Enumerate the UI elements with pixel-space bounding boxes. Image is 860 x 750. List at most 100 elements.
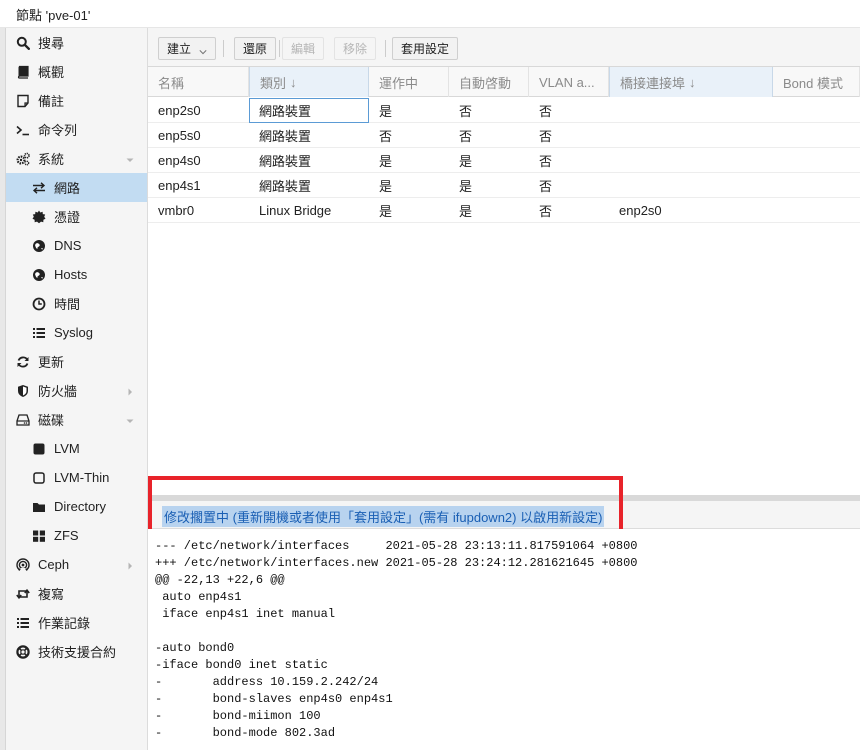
sidebar-item-directory[interactable]: Directory: [6, 492, 147, 521]
sort-descending-icon: ↓: [290, 74, 297, 90]
column-header-active[interactable]: 運作中: [369, 67, 449, 97]
remove-button[interactable]: 移除: [334, 37, 377, 60]
sidebar-item-updates[interactable]: 更新: [6, 347, 147, 376]
collapsed-arrow-icon[interactable]: [125, 385, 135, 396]
sidebar-item-label: Directory: [54, 499, 107, 514]
column-header-label: Bond 模式: [783, 75, 843, 91]
cell-bond-mode: [773, 148, 860, 173]
table-row[interactable]: enp4s1 網路裝置 是 是 否: [148, 173, 860, 198]
cell-active: 是: [379, 154, 393, 169]
config-diff-view: --- /etc/network/interfaces 2021-05-28 2…: [148, 529, 860, 750]
diff-line: --- /etc/network/interfaces 2021-05-28 2…: [155, 539, 638, 553]
network-panel: 建立 還原 編輯 移除 套用設定 名稱 類別 ↓ 運作中 自動啓動 VLAN a... 橋接…: [148, 28, 860, 750]
column-header-type[interactable]: 類別 ↓: [249, 67, 369, 97]
sidebar-item-summary[interactable]: 概觀: [6, 57, 147, 86]
sidebar-item-lvm[interactable]: LVM: [6, 434, 147, 463]
cell-bridge-ports: [609, 173, 773, 198]
sidebar-item-lvm-thin[interactable]: LVM-Thin: [6, 463, 147, 492]
cell-vlan-aware: 否: [539, 204, 553, 219]
diff-line: - bond-miimon 100: [155, 709, 321, 723]
diff-line: -iface bond0 inet static: [155, 658, 328, 672]
sidebar-item-label: 磁碟: [38, 413, 65, 428]
sidebar-item-notes[interactable]: 備註: [6, 86, 147, 115]
retweet-icon: [16, 587, 30, 601]
cell-bond-mode: [773, 98, 860, 123]
column-header-name[interactable]: 名稱: [148, 67, 249, 97]
apply-configuration-button[interactable]: 套用設定: [392, 37, 459, 60]
edit-button[interactable]: 編輯: [282, 37, 325, 60]
sidebar-item-search[interactable]: 搜尋: [6, 28, 147, 57]
create-button-label: 建立: [167, 42, 192, 56]
sidebar-item-replication[interactable]: 複寫: [6, 579, 147, 608]
sidebar-item-subscription[interactable]: 技術支援合約: [6, 637, 147, 666]
table-row[interactable]: enp5s0 網路裝置 否 否 否: [148, 123, 860, 148]
diff-line: auto enp4s1: [155, 590, 242, 604]
toolbar-separator: [279, 40, 280, 57]
sidebar-item-label: LVM: [54, 441, 80, 456]
sidebar-item-label: 備註: [38, 94, 65, 109]
cell-name: enp2s0: [158, 103, 201, 118]
clock-icon: [32, 297, 46, 311]
sidebar-item-network[interactable]: 網路: [6, 173, 147, 202]
column-header-bridge-ports[interactable]: 橋接連接埠 ↓: [609, 67, 773, 97]
exchange-icon: [32, 181, 46, 195]
diff-line: - address 10.159.2.242/24: [155, 675, 379, 689]
sidebar-item-label: 作業記錄: [38, 616, 91, 631]
network-grid-header: 名稱 類別 ↓ 運作中 自動啓動 VLAN a... 橋接連接埠 ↓ Bond 模式: [148, 67, 860, 97]
sidebar-item-system[interactable]: 系統: [6, 144, 147, 173]
sidebar-item-hosts[interactable]: Hosts: [6, 260, 147, 289]
cell-name: enp5s0: [158, 128, 201, 143]
sidebar-item-label: Ceph: [38, 557, 70, 572]
sidebar-item-ceph[interactable]: Ceph: [6, 550, 147, 579]
expand-arrow-icon[interactable]: [125, 153, 135, 163]
cell-vlan-aware: 否: [539, 154, 553, 169]
cell-bridge-ports: [609, 123, 773, 148]
table-row[interactable]: vmbr0 Linux Bridge 是 是 否 enp2s0: [148, 198, 860, 223]
square-icon: [32, 442, 46, 456]
expand-arrow-icon[interactable]: [125, 414, 135, 424]
certificate-icon: [32, 210, 46, 224]
column-header-label: 橋接連接埠: [620, 75, 686, 91]
collapsed-arrow-icon[interactable]: [125, 559, 135, 570]
sidebar-item-zfs[interactable]: ZFS: [6, 521, 147, 550]
cell-autostart: 否: [459, 129, 473, 144]
sidebar-item-disks[interactable]: 磁碟: [6, 405, 147, 434]
cell-bridge-ports: [609, 148, 773, 173]
folder-icon: [32, 500, 46, 514]
cell-bond-mode: [773, 123, 860, 148]
sidebar-item-time[interactable]: 時間: [6, 289, 147, 318]
sidebar-item-label: 系統: [38, 152, 65, 167]
sidebar-item-syslog[interactable]: Syslog: [6, 318, 147, 347]
globe-icon: [32, 239, 46, 253]
column-header-label: 類別: [260, 75, 287, 91]
column-header-autostart[interactable]: 自動啓動: [449, 67, 529, 97]
chevron-down-icon: [199, 45, 207, 54]
refresh-icon: [16, 355, 30, 369]
diff-line: @@ -22,13 +22,6 @@: [155, 573, 285, 587]
create-button[interactable]: 建立: [158, 37, 217, 60]
sidebar-item-certificates[interactable]: 憑證: [6, 202, 147, 231]
sidebar-item-task-history[interactable]: 作業記錄: [6, 608, 147, 637]
sidebar-item-dns[interactable]: DNS: [6, 231, 147, 260]
book-icon: [16, 65, 30, 79]
table-row[interactable]: enp4s0 網路裝置 是 是 否: [148, 148, 860, 173]
life-ring-icon: [16, 644, 30, 659]
cell-bond-mode: [773, 173, 860, 198]
cell-active: 是: [379, 179, 393, 194]
revert-button[interactable]: 還原: [234, 37, 277, 60]
sidebar-item-label: 防火牆: [38, 384, 78, 399]
ceph-icon: [16, 557, 30, 572]
sidebar-item-firewall[interactable]: 防火牆: [6, 376, 147, 405]
network-toolbar: 建立 還原 編輯 移除 套用設定: [148, 28, 860, 67]
diff-line: - bond-slaves enp4s0 enp4s1: [155, 692, 393, 706]
table-row[interactable]: enp2s0 網路裝置是 否 否: [148, 98, 860, 123]
terminal-icon: [16, 123, 30, 137]
sidebar-item-label: Syslog: [54, 325, 94, 340]
sidebar-item-shell[interactable]: 命令列: [6, 115, 147, 144]
cell-type: 網路裝置: [249, 98, 369, 123]
sidebar-item-label: 時間: [54, 297, 81, 312]
column-header-vlan-aware[interactable]: VLAN a...: [529, 67, 609, 97]
cell-type: Linux Bridge: [259, 203, 332, 218]
cell-name: enp4s1: [158, 178, 201, 193]
column-header-bond-mode[interactable]: Bond 模式: [773, 67, 860, 97]
